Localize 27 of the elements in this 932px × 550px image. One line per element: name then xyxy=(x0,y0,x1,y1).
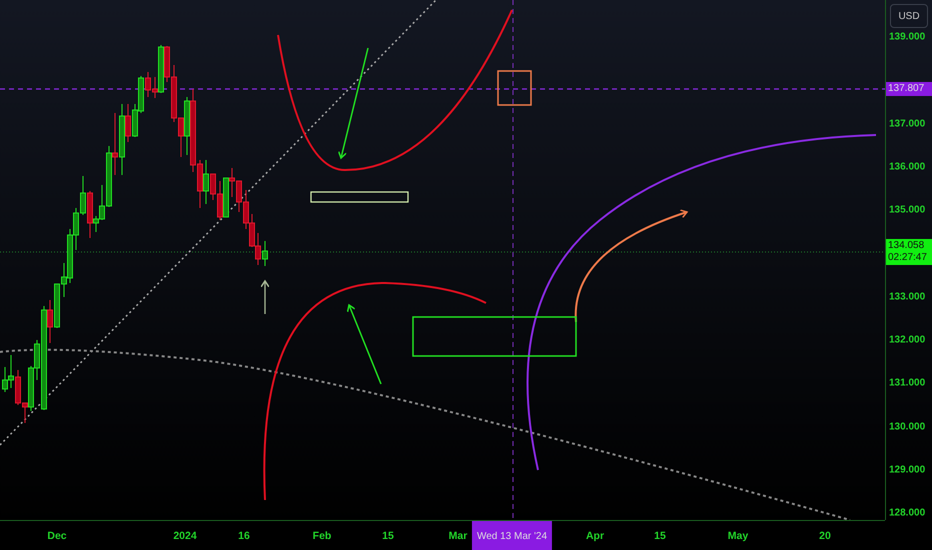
date-tick: May xyxy=(728,529,748,544)
date-tick: Mar xyxy=(448,529,468,544)
date-tick: 15 xyxy=(382,529,394,544)
date-tick: Dec xyxy=(47,529,67,544)
crosshair-date-label: Wed 13 Mar '24 xyxy=(472,521,552,550)
price-tick: 132.000 xyxy=(889,334,926,348)
price-tick: 131.000 xyxy=(889,376,926,391)
date-tick: 20 xyxy=(819,529,831,544)
price-tick: 137.000 xyxy=(889,117,926,132)
price-tick: 136.000 xyxy=(889,160,926,174)
price-tick: 133.000 xyxy=(889,290,926,304)
currency-label: USD xyxy=(890,4,928,28)
countdown-timer: 02:27:47 xyxy=(888,252,928,264)
date-tick: 16 xyxy=(238,529,250,544)
date-tick: Feb xyxy=(312,529,332,544)
price-tick: 129.000 xyxy=(889,464,926,478)
arrow xyxy=(260,280,270,314)
price-tick: 130.000 xyxy=(889,420,926,434)
price-tick: 135.000 xyxy=(889,204,926,218)
price-tick: 139.000 xyxy=(889,30,926,44)
date-tick: 2024 xyxy=(173,529,197,544)
date-tick: Apr xyxy=(586,529,604,544)
crosshair-price-label: 137.807 xyxy=(886,82,932,96)
price-tick: 128.000 xyxy=(889,506,926,521)
date-tick: 15 xyxy=(654,529,666,544)
last-price: 134.058 xyxy=(888,240,926,252)
rectangle xyxy=(497,70,532,106)
